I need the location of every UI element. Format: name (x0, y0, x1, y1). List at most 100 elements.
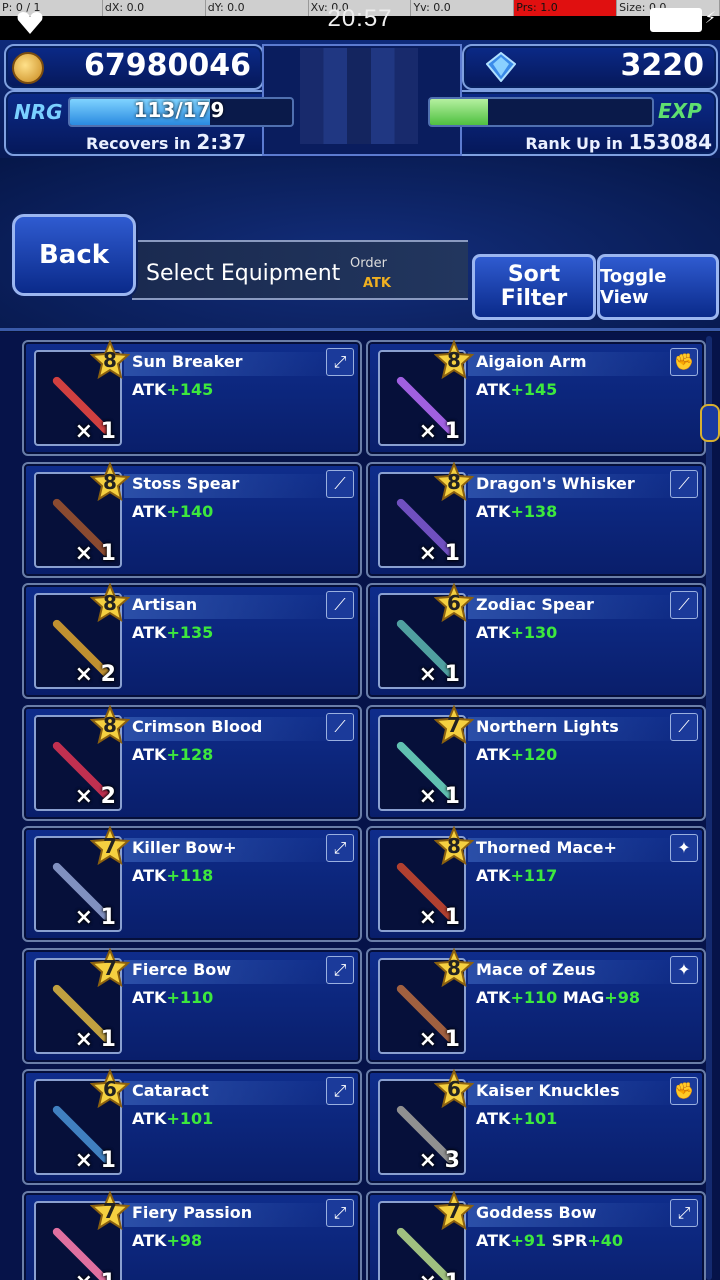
equipment-card[interactable]: × 2 8 Crimson Blood ATK+128 ⟋ (22, 704, 362, 821)
equipment-card[interactable]: × 1 6 Cataract ATK+101 ⤢ (22, 1069, 362, 1185)
fist-icon: ✊ (670, 1077, 698, 1105)
rankup-text: Rank Up in 153084 (525, 130, 712, 154)
stat-label: ATK (476, 1109, 511, 1128)
quantity: × 1 (75, 1270, 116, 1280)
rarity-number: 7 (447, 1198, 461, 1223)
equipment-stats: ATK+128 (132, 745, 213, 764)
quantity: × 1 (74, 905, 116, 930)
gil-coin-icon (12, 52, 44, 84)
quantity: × 1 (418, 905, 460, 930)
quantity: × 1 (418, 662, 460, 687)
equipment-card[interactable]: × 2 8 Artisan ATK+135 ⟋ (22, 583, 362, 699)
equipment-card[interactable]: × 1 7 Goddess Bow ATK+91 SPR+40 ⤢ (366, 1190, 706, 1280)
exp-label: EXP (658, 99, 702, 123)
stat-value: +98 (166, 1230, 203, 1250)
equipment-card[interactable]: × 1 7 Northern Lights ATK+120 ⟋ (366, 704, 706, 821)
rarity-number: 8 (103, 591, 117, 615)
stat-value: +117 (510, 866, 558, 885)
equipment-name: Zodiac Spear (476, 595, 594, 614)
quantity: × 2 (74, 783, 116, 809)
bow-icon: ⤢ (326, 955, 354, 984)
equipment-stats: ATK+135 (132, 623, 213, 642)
equipment-card[interactable]: × 1 8 Aigaion Arm ATK+145 ✊ (366, 340, 706, 456)
stat-value: +120 (510, 744, 558, 764)
lapis-amount: 3220 (620, 48, 705, 83)
stat-label: ATK (476, 501, 511, 521)
rarity-number: 6 (447, 591, 461, 615)
gil-amount: 67980046 (84, 48, 251, 83)
rarity-number: 8 (447, 955, 461, 980)
equipment-stats: ATK+101 (476, 1109, 557, 1128)
stat-label: ATK (132, 380, 167, 399)
equipment-list[interactable]: × 1 8 Sun Breaker ATK+145 ⤢ × 1 8 Aigaion Arm AT… (0, 332, 720, 1280)
equipment-card[interactable]: × 1 8 Stoss Spear ATK+140 ⟋ (22, 461, 362, 578)
scrollbar-thumb[interactable] (700, 404, 720, 442)
stat-value: +128 (166, 744, 214, 764)
sort-filter-button[interactable]: Sort Filter (472, 254, 596, 320)
rarity-number: 8 (447, 469, 461, 494)
rankup-prefix: Rank Up in (525, 134, 623, 153)
spear-icon: ⟋ (670, 469, 698, 498)
stat-label: ATK (132, 866, 167, 885)
back-button[interactable]: Back (12, 214, 136, 296)
stat-label: ATK (476, 380, 511, 399)
equipment-name: Artisan (132, 595, 198, 614)
equipment-name: Goddess Bow (476, 1202, 597, 1222)
equipment-stats: ATK+140 (132, 502, 213, 521)
equipment-card[interactable]: × 1 7 Killer Bow+ ATK+118 ⤢ (22, 826, 362, 942)
quantity: × 3 (418, 1148, 460, 1173)
quantity: × 1 (418, 1026, 460, 1052)
recovers-prefix: Recovers in (86, 134, 191, 153)
stat-label: ATK (476, 1230, 511, 1250)
battery-icon (650, 8, 702, 32)
equipment-card[interactable]: × 1 8 Sun Breaker ATK+145 ⤢ (22, 340, 362, 456)
filter-label: Filter (500, 286, 568, 311)
mace-icon: ✦ (670, 834, 698, 862)
bow-icon: ⤢ (670, 1198, 698, 1227)
toggle-view-button[interactable]: Toggle View (597, 254, 719, 320)
quantity: × 1 (418, 783, 460, 809)
stat-label: ATK (132, 1109, 167, 1128)
equipment-stats: ATK+117 (476, 866, 557, 885)
stat-value: +135 (166, 623, 214, 642)
equipment-stats: ATK+130 (476, 623, 557, 642)
order-label: Order (350, 256, 387, 271)
equipment-card[interactable]: × 3 6 Kaiser Knuckles ATK+101 ✊ (366, 1069, 706, 1185)
bow-icon: ⤢ (326, 348, 354, 376)
equipment-card[interactable]: × 1 6 Zodiac Spear ATK+130 ⟋ (366, 583, 706, 699)
equipment-card[interactable]: × 1 7 Fierce Bow ATK+110 ⤢ (22, 947, 362, 1064)
quantity: × 1 (418, 540, 460, 566)
stat-value: +138 (510, 501, 558, 521)
order-value: ATK (363, 276, 391, 291)
quantity: × 1 (419, 1270, 460, 1280)
equipment-name: Aigaion Arm (476, 352, 587, 371)
stat-value: +101 (510, 1109, 558, 1128)
rarity-number: 8 (103, 469, 117, 494)
mace-icon: ✦ (670, 955, 698, 984)
equipment-name: Cataract (132, 1081, 209, 1100)
spear-icon: ⟋ (326, 591, 354, 619)
equipment-stats: ATK+120 (476, 745, 557, 764)
quantity: × 2 (74, 662, 116, 687)
equipment-stats: ATK+138 (476, 502, 557, 521)
rarity-number: 8 (103, 348, 117, 372)
equipment-name: Dragon's Whisker (476, 473, 635, 493)
stat-value: +145 (166, 380, 214, 399)
equipment-card[interactable]: × 1 8 Thorned Mace+ ATK+117 ✦ (366, 826, 706, 942)
equipment-name: Kaiser Knuckles (476, 1081, 620, 1100)
sort-filter-label: Sort Filter (501, 263, 567, 311)
equipment-card[interactable]: × 1 8 Mace of Zeus ATK+110 MAG+98 ✦ (366, 947, 706, 1064)
equipment-name: Fierce Bow (132, 959, 232, 979)
quantity: × 1 (74, 540, 116, 566)
page-title: Select Equipment (146, 261, 341, 286)
stat-label: ATK (132, 623, 167, 642)
rarity-number: 7 (103, 955, 117, 980)
equipment-stats: ATK+118 (132, 866, 213, 885)
stat-value: +145 (510, 380, 558, 399)
scrollbar-track[interactable] (706, 336, 712, 1280)
equipment-card[interactable]: × 1 8 Dragon's Whisker ATK+138 ⟋ (366, 461, 706, 578)
stat-value: +101 (166, 1109, 214, 1128)
rarity-number: 8 (103, 712, 117, 737)
equipment-card[interactable]: × 1 7 Fiery Passion ATK+98 ⤢ (22, 1190, 362, 1280)
equipment-stats: ATK+110 MAG+98 (476, 988, 640, 1007)
